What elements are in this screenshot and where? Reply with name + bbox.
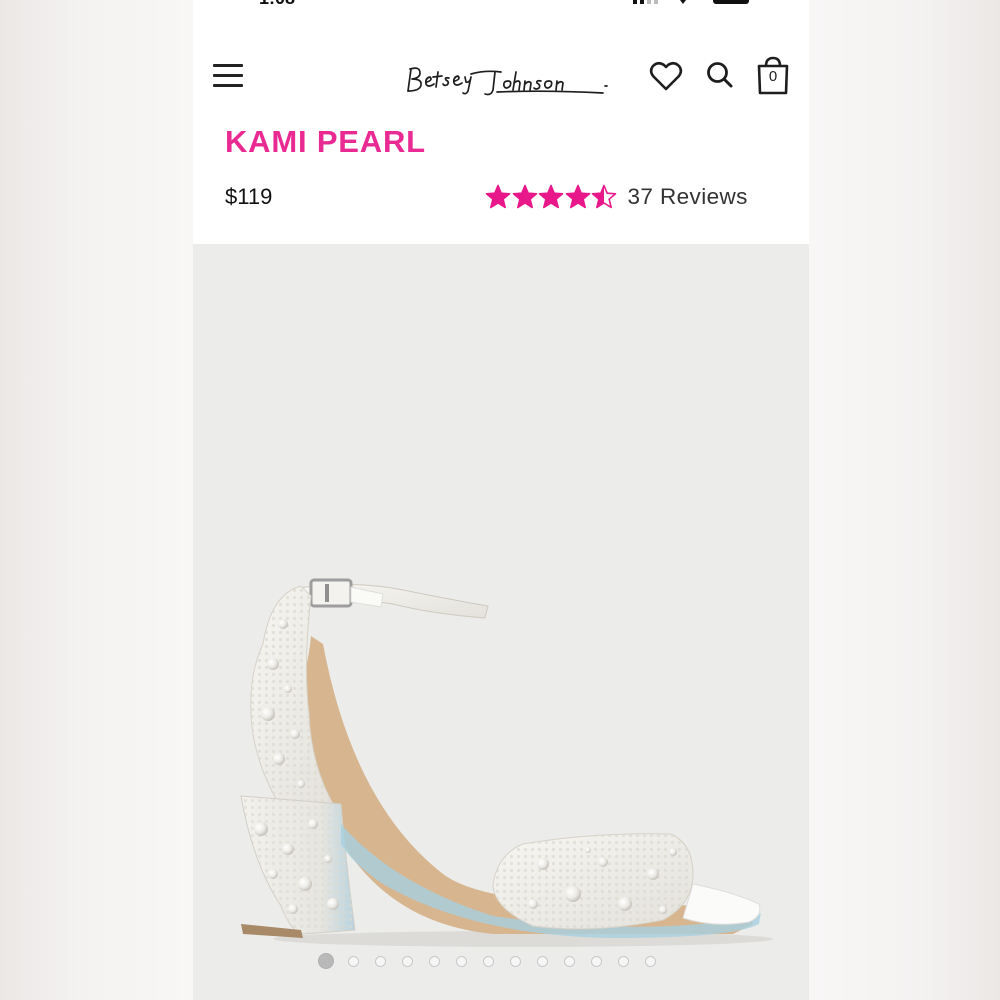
product-image[interactable] [193, 244, 809, 1000]
buckle [309, 578, 353, 608]
product-rating[interactable]: 37 Reviews [485, 182, 748, 212]
product-title: KAMI PEARL [225, 124, 426, 159]
gallery-dot[interactable] [591, 955, 602, 967]
battery-icon [713, 0, 749, 4]
reviews-link[interactable]: 37 Reviews [628, 184, 748, 210]
signal-icon [633, 0, 658, 4]
gallery-dot[interactable] [483, 955, 494, 967]
star-full-icon [512, 184, 537, 209]
toe-footbed [682, 883, 761, 925]
status-time: 1:08 [259, 0, 295, 8]
cart-count: 0 [768, 68, 778, 85]
gallery-dot[interactable] [564, 955, 575, 967]
gallery-dot[interactable] [456, 955, 467, 967]
brand-logo[interactable] [405, 60, 615, 100]
block-heel-beads [241, 796, 355, 934]
star-full-icon [485, 184, 511, 209]
brand-logo-wordmark [407, 67, 608, 96]
star-half-icon [591, 184, 617, 209]
heart-icon[interactable] [648, 58, 684, 94]
wifi-icon [680, 0, 686, 4]
status-bar: 1:08 [193, 0, 809, 8]
gallery-dot[interactable] [402, 955, 413, 967]
gallery-dot[interactable] [618, 955, 629, 967]
star-full-icon [538, 184, 564, 209]
menu-icon[interactable] [213, 60, 243, 90]
gallery-dot[interactable] [318, 953, 334, 969]
product-price: $119 [225, 184, 273, 209]
product-page: 1:08 [193, 0, 809, 1000]
buckle-pin [325, 584, 329, 602]
gallery-dot[interactable] [537, 955, 548, 967]
gallery-dot[interactable] [375, 955, 386, 967]
search-icon[interactable] [705, 60, 735, 90]
star-rating [485, 184, 618, 210]
gallery-dot[interactable] [645, 955, 656, 967]
site-header: 0 [193, 40, 809, 116]
gallery-dot[interactable] [510, 955, 521, 967]
product-image-gallery[interactable] [193, 244, 809, 1000]
star-full-icon [565, 184, 590, 209]
gallery-pagination [318, 951, 672, 971]
gallery-dot[interactable] [429, 955, 440, 967]
gallery-dot[interactable] [348, 955, 359, 967]
shopping-bag-icon[interactable]: 0 [756, 54, 790, 96]
toe-strap-beads [493, 833, 693, 929]
